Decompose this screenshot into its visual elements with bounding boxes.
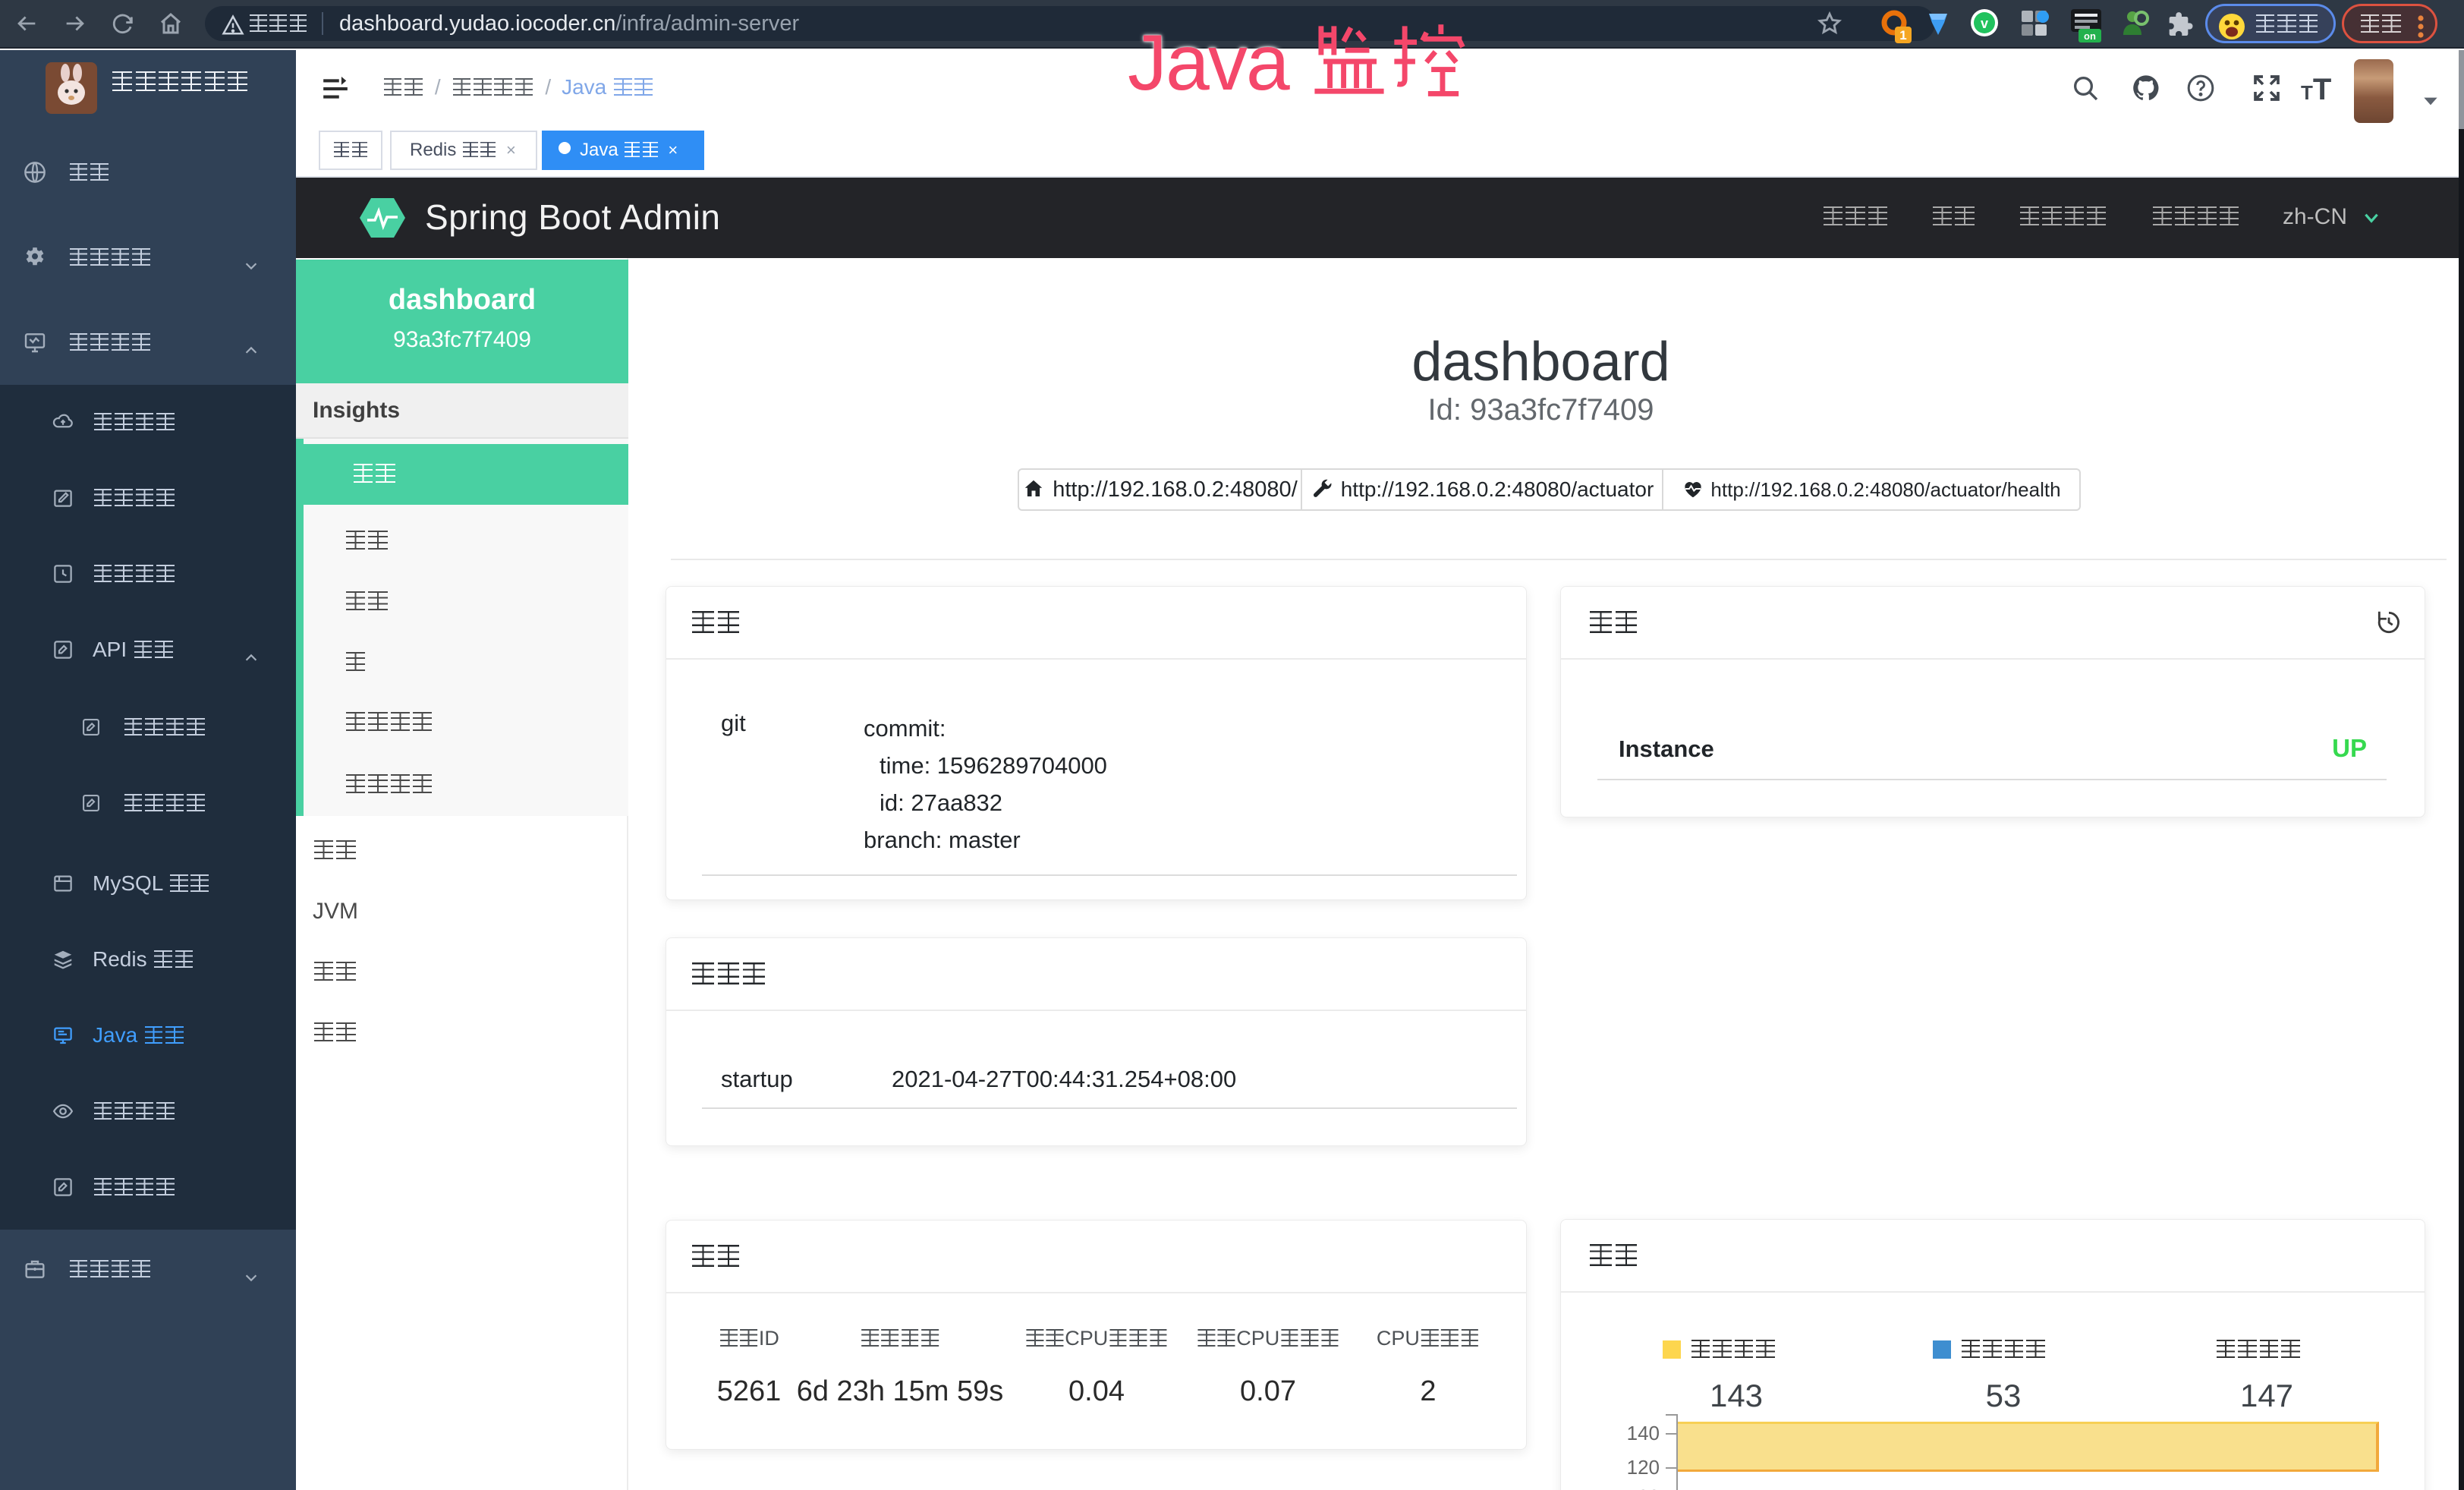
svg-text:v: v — [1981, 16, 1988, 31]
svg-text:1: 1 — [1899, 28, 1906, 43]
svg-text:on: on — [2084, 30, 2096, 42]
